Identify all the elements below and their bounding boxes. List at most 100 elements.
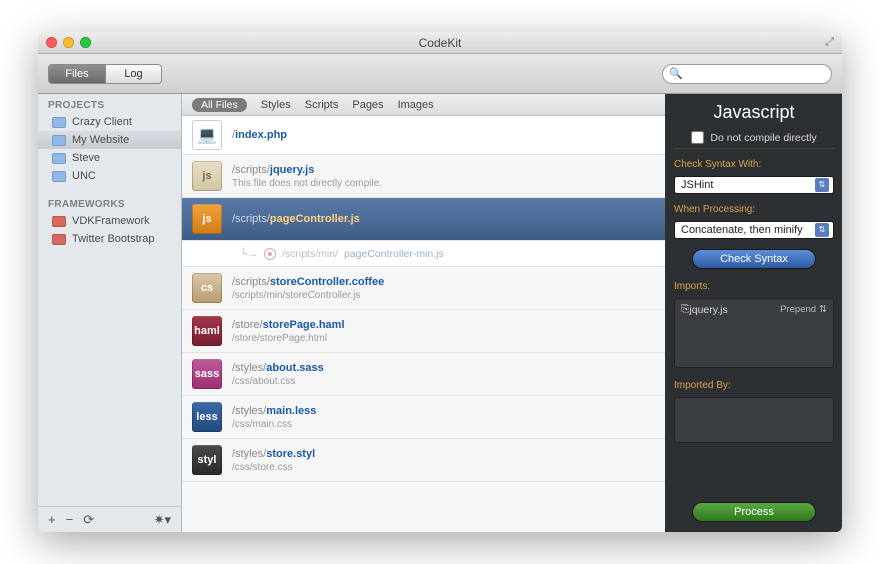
target-icon xyxy=(264,248,276,260)
sidebar-framework[interactable]: VDKFramework xyxy=(38,212,181,230)
file-path: /styles/main.less xyxy=(232,405,316,417)
sidebar-item-label: Crazy Client xyxy=(72,116,132,128)
sidebar-item-label: VDKFramework xyxy=(72,215,150,227)
search-field[interactable]: 🔍 xyxy=(662,64,832,84)
sidebar-project[interactable]: Steve xyxy=(38,149,181,167)
file-row[interactable]: haml/store/storePage.haml/store/storePag… xyxy=(182,310,665,353)
file-output-path: /store/storePage.html xyxy=(232,333,345,344)
view-segmented: Files Log xyxy=(48,64,162,84)
folder-icon xyxy=(52,117,66,128)
toolbox-icon xyxy=(52,234,66,245)
refresh-button[interactable]: ⟳ xyxy=(83,512,94,528)
process-button[interactable]: Process xyxy=(692,502,816,522)
sidebar-item-label: Twitter Bootstrap xyxy=(72,233,155,245)
select-value: JSHint xyxy=(681,179,713,191)
search-icon: 🔍 xyxy=(669,67,683,80)
tab-files[interactable]: Files xyxy=(49,65,105,83)
file-path: /store/storePage.haml xyxy=(232,319,345,331)
window-title: CodeKit xyxy=(38,36,842,50)
check-syntax-select[interactable]: JSHint ⇅ xyxy=(674,176,834,194)
sidebar-project[interactable]: UNC xyxy=(38,167,181,185)
file-path: /scripts/pageController.js xyxy=(232,213,360,225)
sidebar-projects-header: PROJECTS xyxy=(38,94,181,113)
sidebar-item-label: UNC xyxy=(72,170,96,182)
folder-icon xyxy=(52,135,66,146)
file-output-path: This file does not directly compile. xyxy=(232,178,382,189)
tab-log[interactable]: Log xyxy=(105,65,161,83)
file-path: /scripts/jquery.js xyxy=(232,164,382,176)
filetype-badge: js xyxy=(192,161,222,191)
file-path: /styles/store.styl xyxy=(232,448,315,460)
sidebar-item-label: My Website xyxy=(72,134,129,146)
file-row[interactable]: /index.php xyxy=(182,116,665,155)
select-value: Concatenate, then minify xyxy=(681,224,803,236)
file-row[interactable]: js/scripts/jquery.js This file does not d… xyxy=(182,155,665,198)
sidebar-footer: + − ⟳ ✷▾ xyxy=(38,506,181,532)
file-path: /scripts/storeController.coffee xyxy=(232,276,384,288)
file-path: /styles/about.sass xyxy=(232,362,324,374)
file-row[interactable]: sass/styles/about.sass/css/about.css xyxy=(182,353,665,396)
file-output-path: /css/store.css xyxy=(232,462,315,473)
filter-styles[interactable]: Styles xyxy=(261,99,291,111)
toolbox-icon xyxy=(52,216,66,227)
filter-bar: All Files Styles Scripts Pages Images xyxy=(182,94,665,116)
filter-scripts[interactable]: Scripts xyxy=(305,99,339,111)
app-window: CodeKit ⤢ Files Log 🔍 PROJECTS Crazy Cli… xyxy=(38,32,842,532)
file-list: /index.php js/scripts/jquery.js This file … xyxy=(182,116,665,532)
filter-all[interactable]: All Files xyxy=(192,98,247,112)
file-output-path: /css/main.css xyxy=(232,419,316,430)
filter-pages[interactable]: Pages xyxy=(352,99,383,111)
when-processing-select[interactable]: Concatenate, then minify ⇅ xyxy=(674,221,834,239)
imported-by-box xyxy=(674,397,834,443)
import-mode-select[interactable]: Prepend ⇅ xyxy=(780,304,827,315)
imports-box: ⎘ jquery.js Prepend ⇅ xyxy=(674,298,834,368)
import-name: jquery.js xyxy=(689,304,727,316)
remove-project-button[interactable]: − xyxy=(66,512,74,527)
settings-button[interactable]: ✷▾ xyxy=(154,512,171,528)
chevron-updown-icon: ⇅ xyxy=(815,178,829,192)
folder-icon xyxy=(52,171,66,182)
filetype-badge: less xyxy=(192,402,222,432)
check-syntax-label: Check Syntax With: xyxy=(674,159,834,170)
filetype-badge: styl xyxy=(192,445,222,475)
sidebar-project[interactable]: My Website xyxy=(38,131,181,149)
filetype-badge: haml xyxy=(192,316,222,346)
filetype-badge: cs xyxy=(192,273,222,303)
chevron-updown-icon: ⇅ xyxy=(815,223,829,237)
filetype-badge xyxy=(192,120,222,150)
dont-compile-input[interactable] xyxy=(691,131,704,144)
inspector-panel: Javascript Do not compile directly Check… xyxy=(666,94,842,532)
add-project-button[interactable]: + xyxy=(48,512,56,527)
import-row[interactable]: ⎘ jquery.js Prepend ⇅ xyxy=(681,303,827,316)
sidebar-frameworks-header: FRAMEWORKS xyxy=(38,193,181,212)
sidebar-framework[interactable]: Twitter Bootstrap xyxy=(38,230,181,248)
search-input[interactable] xyxy=(687,68,825,80)
file-output-path: /css/about.css xyxy=(232,376,324,387)
filter-images[interactable]: Images xyxy=(398,99,434,111)
content: PROJECTS Crazy Client My Website Steve U… xyxy=(38,94,842,532)
sidebar-item-label: Steve xyxy=(72,152,100,164)
check-syntax-button[interactable]: Check Syntax xyxy=(692,249,816,269)
file-path: /index.php xyxy=(232,129,287,141)
file-output-path: /scripts/min/storeController.js xyxy=(232,290,384,301)
file-row[interactable]: styl/styles/store.styl/css/store.css xyxy=(182,439,665,482)
dont-compile-checkbox[interactable]: Do not compile directly xyxy=(674,131,834,149)
dont-compile-label: Do not compile directly xyxy=(710,132,816,144)
filetype-badge: js xyxy=(192,204,222,234)
sidebar: PROJECTS Crazy Client My Website Steve U… xyxy=(38,94,182,532)
file-row[interactable]: less/styles/main.less/css/main.css xyxy=(182,396,665,439)
imports-label: Imports: xyxy=(674,281,834,292)
folder-icon xyxy=(52,153,66,164)
chevron-updown-icon: ⇅ xyxy=(819,304,827,315)
sidebar-project[interactable]: Crazy Client xyxy=(38,113,181,131)
file-row[interactable]: cs/scripts/storeController.coffee/script… xyxy=(182,267,665,310)
file-list-panel: All Files Styles Scripts Pages Images /i… xyxy=(182,94,666,532)
inspector-title: Javascript xyxy=(674,100,834,125)
file-row[interactable]: js/scripts/pageController.js xyxy=(182,198,665,241)
when-processing-label: When Processing: xyxy=(674,204,834,215)
imported-by-label: Imported By: xyxy=(674,380,834,391)
titlebar: CodeKit ⤢ xyxy=(38,32,842,54)
filetype-badge: sass xyxy=(192,359,222,389)
toolbar: Files Log 🔍 xyxy=(38,54,842,94)
file-output-row[interactable]: └→/scripts/min/pageController-min.js xyxy=(182,241,665,267)
